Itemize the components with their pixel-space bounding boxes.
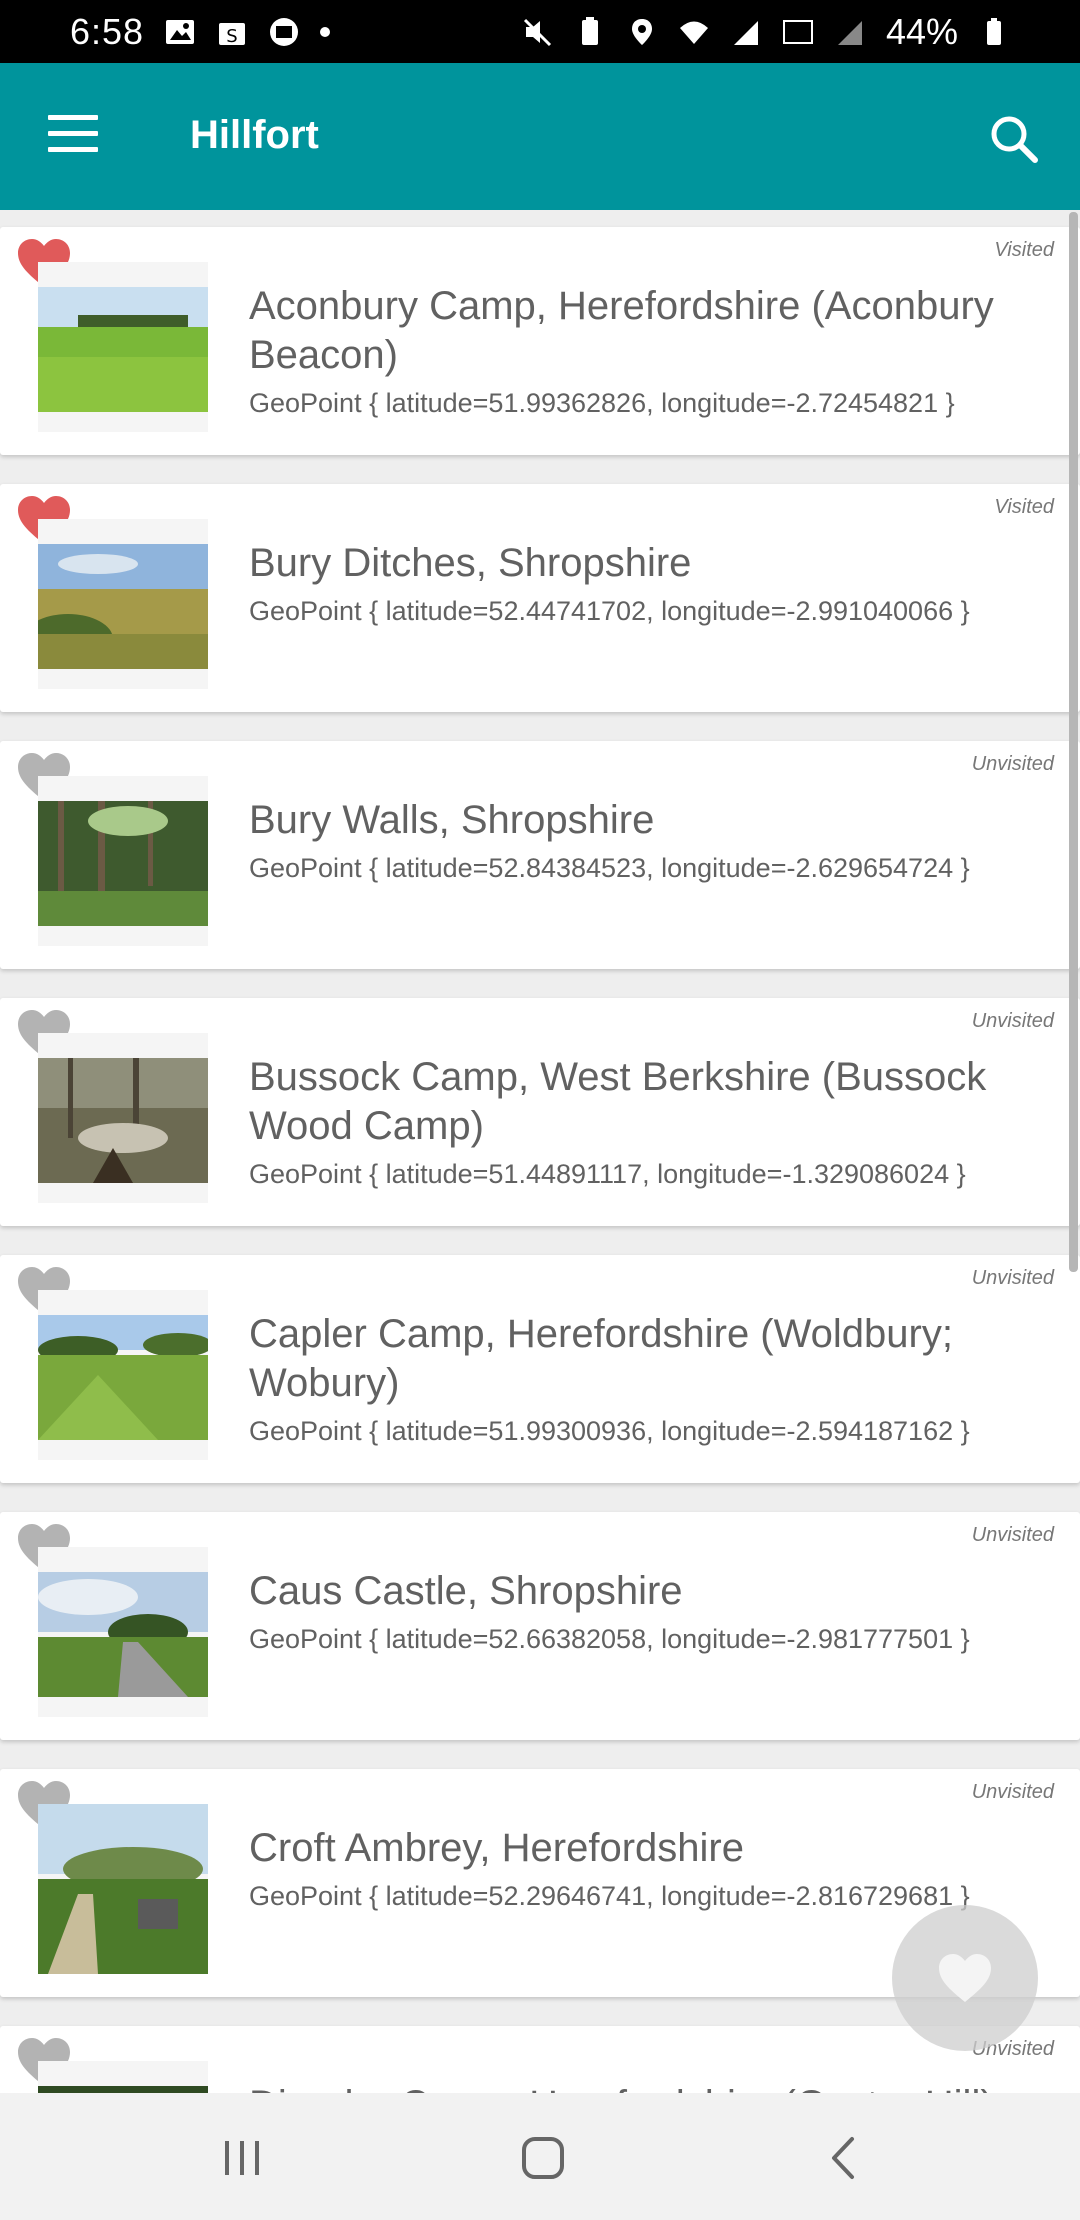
country-road-photo: [38, 1572, 208, 1697]
hillfort-image-frame: [38, 519, 208, 689]
hillfort-location: GeoPoint { latitude=52.44741702, longitu…: [249, 596, 970, 626]
wifi-icon: [679, 21, 708, 44]
visit-status: Unvisited: [971, 1010, 1054, 1032]
hillfort-image-frame: [38, 776, 208, 946]
battery-percent: 44%: [885, 10, 958, 52]
hillfort-title: Bussock Camp, West Berkshire (Bussock Wo…: [249, 1055, 987, 1148]
hillfort-name: Bury Ditches, Shropshire GeoPoint { lati…: [249, 539, 1049, 629]
hillfort-image-frame: [38, 1033, 208, 1203]
hillfort-location: GeoPoint { latitude=51.44891117, longitu…: [249, 1159, 966, 1189]
hillfort-image-frame: [38, 2061, 208, 2093]
home-icon[interactable]: [518, 2133, 568, 2183]
hillfort-name: Bury Walls, Shropshire GeoPoint { latitu…: [249, 796, 1049, 886]
scrollbar[interactable]: [1069, 212, 1078, 1272]
hillfort-card[interactable]: Unvisited Dinedor Camp, Herefordshire (O…: [0, 2026, 1080, 2093]
hillfort-title: Bury Ditches, Shropshire: [249, 541, 692, 585]
visit-status: Visited: [994, 239, 1054, 261]
forest-photo: [38, 801, 208, 926]
woodland-photo: [38, 1058, 208, 1183]
hillfort-list[interactable]: Visited Aconbury Camp, Herefordshire (Ac…: [0, 210, 1080, 2093]
recent-apps-icon[interactable]: [217, 2133, 267, 2183]
hillfort-card[interactable]: Unvisited Capler Camp, Herefordshire (Wo…: [0, 1255, 1080, 1483]
hillfort-name: Bussock Camp, West Berkshire (Bussock Wo…: [249, 1053, 1049, 1192]
hillfort-name: Dinedor Camp, Herefordshire (Oyster Hill…: [249, 2081, 1049, 2093]
heart-icon: [939, 1954, 991, 2002]
favourites-fab[interactable]: [892, 1905, 1038, 2051]
hillfort-title: Aconbury Camp, Herefordshire (Aconbury B…: [249, 284, 994, 377]
app-title: Hillfort: [190, 113, 319, 157]
app-bar: Hillfort: [0, 63, 1080, 210]
hillfort-title: Bury Walls, Shropshire: [249, 798, 655, 842]
image-icon: [166, 19, 195, 44]
zhi-icon: [270, 17, 299, 46]
hillfort-image-frame: [38, 1547, 208, 1717]
hillfort-location: GeoPoint { latitude=51.99300936, longitu…: [249, 1416, 970, 1446]
signal-icon-2: [837, 20, 862, 45]
hillfort-card[interactable]: Visited Bury Ditches, Shropshire GeoPoin…: [0, 484, 1080, 712]
hillfort-title: Croft Ambrey, Herefordshire: [249, 1826, 744, 1870]
mute-icon: [523, 18, 551, 46]
hillfort-image-frame: [38, 1290, 208, 1460]
hamburger-menu-icon[interactable]: [48, 115, 98, 155]
green-valley-photo: [38, 1315, 208, 1440]
hillfort-image-frame: [38, 262, 208, 432]
partial-photo: [38, 2086, 208, 2093]
hillfort-card[interactable]: Visited Aconbury Camp, Herefordshire (Ac…: [0, 227, 1080, 455]
hillfort-name: Capler Camp, Herefordshire (Woldbury; Wo…: [249, 1310, 1049, 1449]
visit-status: Unvisited: [971, 1267, 1054, 1289]
hillfort-name: Croft Ambrey, Herefordshire GeoPoint { l…: [249, 1824, 1049, 1914]
hillfort-location: GeoPoint { latitude=52.84384523, longitu…: [249, 853, 970, 883]
battery-icon: [987, 17, 1001, 45]
hillfort-name: Caus Castle, Shropshire GeoPoint { latit…: [249, 1567, 1049, 1657]
navigation-bar: [0, 2093, 1080, 2220]
hillfort-title: Dinedor Camp, Herefordshire (Oyster Hill…: [249, 2081, 1049, 2093]
visit-status: Visited: [994, 496, 1054, 518]
hill-path-photo: [38, 1804, 208, 1974]
location-icon: [631, 18, 652, 45]
hillfort-location: GeoPoint { latitude=52.29646741, longitu…: [249, 1881, 970, 1911]
hillfort-name: Aconbury Camp, Herefordshire (Aconbury B…: [249, 282, 1049, 421]
hillfort-title: Caus Castle, Shropshire: [249, 1569, 683, 1613]
hillfort-card[interactable]: Unvisited Bury Walls, Shropshire GeoPoin…: [0, 741, 1080, 969]
volte-icon: [782, 19, 813, 44]
battery-saver-icon: [581, 16, 598, 45]
visit-status: Unvisited: [971, 753, 1054, 775]
search-icon[interactable]: [988, 113, 1040, 165]
shopping-bag-icon: S: [219, 22, 246, 47]
grassy-hill-photo: [38, 544, 208, 669]
svg-text:S: S: [226, 26, 237, 47]
visit-status: Unvisited: [971, 1781, 1054, 1803]
hillfort-card[interactable]: Unvisited Caus Castle, Shropshire GeoPoi…: [0, 1512, 1080, 1740]
back-icon[interactable]: [820, 2133, 870, 2183]
hillfort-card[interactable]: Unvisited Bussock Camp, West Berkshire (…: [0, 998, 1080, 1226]
status-bar: 6:58 S 44%: [0, 0, 1080, 63]
hillfort-image-frame: [38, 1804, 208, 1974]
signal-icon: [733, 20, 758, 45]
visit-status: Unvisited: [971, 1524, 1054, 1546]
green-field-photo: [38, 287, 208, 412]
hillfort-title: Capler Camp, Herefordshire (Woldbury; Wo…: [249, 1312, 953, 1405]
status-time: 6:58: [70, 10, 145, 52]
hillfort-location: GeoPoint { latitude=52.66382058, longitu…: [249, 1624, 970, 1654]
hillfort-location: GeoPoint { latitude=51.99362826, longitu…: [249, 388, 955, 418]
dot-icon: [320, 26, 331, 37]
